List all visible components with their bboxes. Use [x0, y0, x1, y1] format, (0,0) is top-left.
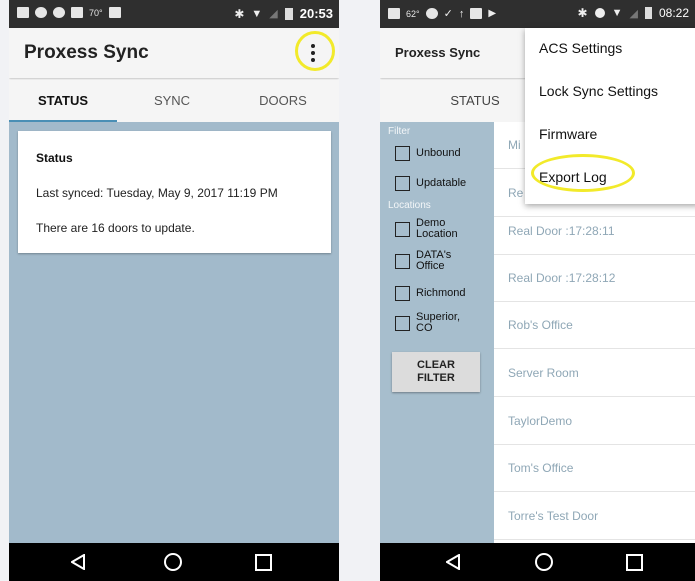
location-label: Richmond	[416, 287, 466, 299]
last-synced-text: Last synced: Tuesday, May 9, 2017 11:19 …	[36, 186, 278, 200]
checkbox-location[interactable]	[395, 286, 410, 301]
overflow-menu: ACS Settings Lock Sync Settings Firmware…	[525, 28, 695, 204]
bluetooth-icon: ✱	[234, 6, 245, 21]
wifi-icon: ▼	[251, 7, 263, 20]
tab-sync[interactable]: SYNC	[117, 80, 227, 122]
battery-icon	[284, 7, 293, 20]
location-label: Superior, CO	[416, 311, 461, 334]
checkbox-location[interactable]	[395, 315, 410, 331]
checkbox-location[interactable]	[395, 253, 410, 269]
wifi-icon: ▼	[611, 7, 623, 19]
status-card-title: Status	[36, 151, 73, 165]
battery-icon	[644, 7, 652, 19]
app-bar: Proxess Sync	[9, 28, 339, 78]
filter-updatable[interactable]: Updatable	[395, 176, 466, 191]
notification-icons: 70°	[17, 7, 121, 18]
clear-filter-button[interactable]: CLEAR FILTER	[392, 352, 480, 392]
signal-icon: ◢	[629, 7, 638, 20]
location-demo[interactable]: Demo Location	[395, 217, 458, 240]
home-icon[interactable]	[535, 553, 553, 571]
system-icons: ✱ ▼ ◢ 20:53	[234, 6, 333, 21]
menu-item-firmware[interactable]: Firmware	[539, 126, 597, 142]
temperature: 70°	[89, 7, 103, 18]
doors-to-update-text: There are 16 doors to update.	[36, 221, 195, 235]
locations-heading: Locations	[388, 200, 431, 211]
status-bar: 62° ✓ ↑ ▶ ✱ ▼ ◢ 08:22	[380, 0, 695, 28]
tab-doors[interactable]: DOORS	[227, 80, 339, 122]
clock: 20:53	[299, 6, 333, 21]
list-item[interactable]: Tom's Office	[494, 445, 695, 492]
navigation-bar	[380, 543, 695, 581]
highlight-circle	[531, 154, 635, 192]
voicemail-icon	[425, 8, 438, 19]
do-not-disturb-icon	[594, 8, 605, 18]
back-icon[interactable]	[71, 554, 85, 570]
checkbox-updatable[interactable]	[395, 176, 410, 191]
status-card: Status Last synced: Tuesday, May 9, 2017…	[18, 131, 331, 253]
status-content: Status Last synced: Tuesday, May 9, 2017…	[9, 122, 339, 543]
phone-screen-right: 62° ✓ ↑ ▶ ✱ ▼ ◢ 08:22 Proxess Sync STATU…	[380, 0, 695, 581]
alert-icon	[35, 7, 47, 18]
system-icons: ✱ ▼ ◢ 08:22	[578, 6, 689, 20]
menu-item-acs-settings[interactable]: ACS Settings	[539, 40, 622, 56]
upload-icon: ↑	[458, 7, 465, 20]
app-title: Proxess Sync	[24, 42, 149, 63]
location-datas-office[interactable]: DATA's Office	[395, 250, 456, 272]
list-item[interactable]: Server Room	[494, 350, 695, 397]
signal-icon: ◢	[269, 8, 278, 20]
clear-filter-label-2: FILTER	[417, 372, 455, 384]
status-bar: 70° ✱ ▼ ◢ 20:53	[9, 0, 339, 28]
location-richmond[interactable]: Richmond	[395, 286, 466, 301]
recent-apps-icon[interactable]	[255, 554, 272, 571]
filter-label: Updatable	[416, 177, 467, 189]
list-item[interactable]: TaylorDemo	[494, 398, 695, 445]
menu-item-lock-sync-settings[interactable]: Lock Sync Settings	[539, 83, 658, 99]
shield-icon	[53, 7, 65, 18]
play-store-icon: ▶	[488, 8, 497, 19]
filter-heading: Filter	[388, 126, 411, 137]
tab-status[interactable]: STATUS	[9, 80, 117, 122]
home-icon[interactable]	[164, 553, 182, 571]
clear-filter-label-1: CLEAR	[417, 359, 455, 371]
location-label: Demo Location	[416, 217, 458, 240]
filter-panel: Filter Unbound Updatable Locations Demo …	[380, 122, 494, 543]
list-item[interactable]: Rob's Office	[494, 302, 695, 349]
recent-apps-icon[interactable]	[626, 554, 643, 571]
highlight-circle	[295, 31, 335, 71]
phone-screen-left: 70° ✱ ▼ ◢ 20:53 Proxess Sync STATUS SYNC…	[9, 0, 339, 581]
temperature: 62°	[406, 8, 420, 19]
clock: 08:22	[658, 6, 689, 20]
gmail-icon	[17, 7, 29, 18]
download-done-icon: ✓	[443, 8, 453, 20]
checkbox-location[interactable]	[395, 221, 410, 237]
tab-status[interactable]: STATUS	[420, 80, 530, 122]
image-icon	[71, 7, 83, 18]
list-item[interactable]: Real Door :17:28:12	[494, 255, 695, 302]
location-superior[interactable]: Superior, CO	[395, 312, 460, 334]
bluetooth-icon: ✱	[577, 6, 588, 20]
list-item[interactable]: Real Door :17:28:11	[494, 208, 695, 255]
location-label: DATA's Office	[416, 249, 452, 272]
filter-label: Unbound	[416, 147, 461, 159]
photo-icon	[470, 8, 483, 19]
back-icon[interactable]	[446, 554, 460, 570]
filter-unbound[interactable]: Unbound	[395, 146, 461, 161]
checkbox-unbound[interactable]	[395, 146, 410, 161]
app-title: Proxess Sync	[395, 45, 481, 60]
tab-bar: STATUS SYNC DOORS	[9, 80, 339, 123]
navigation-bar	[9, 543, 339, 581]
list-item[interactable]: Torre's Test Door	[494, 493, 695, 540]
notification-icons: 62° ✓ ↑ ▶	[388, 7, 496, 20]
image-icon	[388, 8, 400, 19]
photo-icon	[108, 7, 121, 18]
